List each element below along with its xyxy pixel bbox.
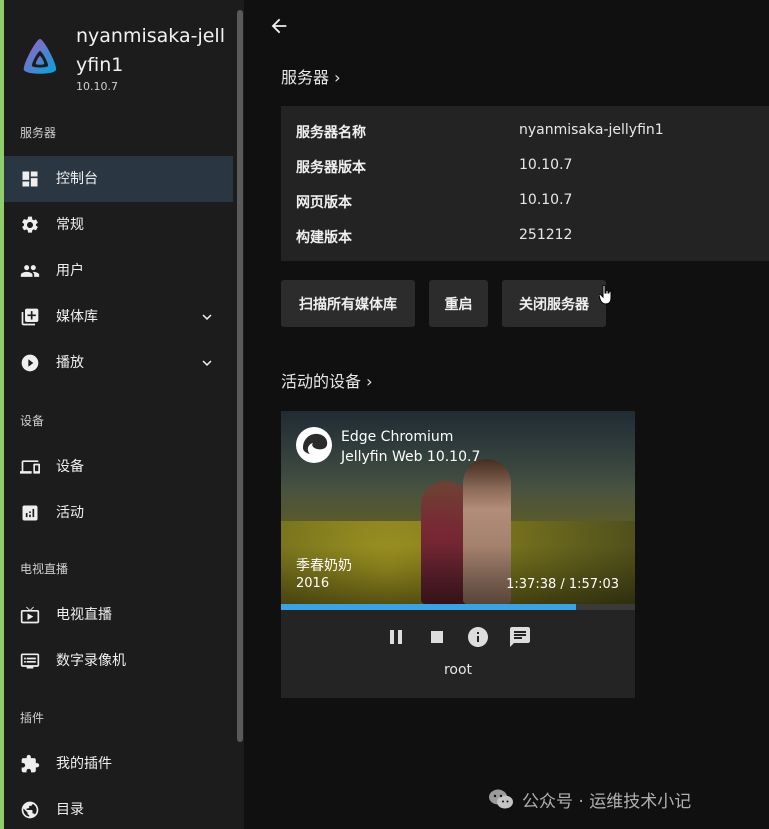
sidebar-item-label: 常规 [56, 217, 84, 233]
sidebar-item-label: 数字录像机 [56, 653, 126, 669]
info-key: 构建版本 [296, 230, 352, 246]
device-user: root [443, 662, 473, 678]
play-circle-icon [21, 354, 39, 372]
info-icon[interactable] [466, 625, 490, 649]
now-playing-year: 2016 [296, 576, 330, 591]
server-section-link[interactable]: 服务器 › [281, 67, 341, 89]
server-version: 10.10.7 [76, 80, 118, 93]
sidebar-item-label: 控制台 [56, 171, 98, 187]
active-device-card[interactable]: Edge Chromium Jellyfin Web 10.10.7 季春奶奶 … [281, 411, 635, 698]
section-title-live-tv: 电视直播 [20, 562, 69, 576]
section-title-plugins: 插件 [20, 711, 45, 725]
message-icon[interactable] [508, 625, 532, 649]
sidebar-item-label: 播放 [56, 355, 84, 371]
section-title-devices: 设备 [20, 414, 45, 428]
sidebar-item-label: 用户 [56, 263, 84, 279]
restart-button[interactable]: 重启 [429, 280, 488, 327]
sidebar-item-label: 我的插件 [56, 756, 112, 772]
playback-progress [281, 604, 635, 610]
sidebar-item-dashboard[interactable]: 控制台 [4, 156, 233, 202]
chevron-down-icon [202, 360, 212, 366]
server-name: nyanmisaka-jellyfin1 [76, 25, 225, 76]
dvr-icon [20, 653, 40, 669]
brand[interactable]: nyanmisaka-jellyfin1 10.10.7 [18, 22, 228, 102]
info-row: 网页版本 10.10.7 [296, 192, 756, 214]
sidebar-item-label: 目录 [56, 802, 84, 818]
client-version: Jellyfin Web 10.10.7 [341, 449, 481, 465]
sidebar-scrollbar[interactable] [237, 10, 243, 742]
sidebar-item-my-plugins[interactable]: 我的插件 [4, 741, 233, 787]
sidebar-item-playback[interactable]: 播放 [4, 340, 233, 386]
sidebar-item-label: 设备 [56, 459, 84, 475]
section-title-server: 服务器 [20, 126, 57, 140]
watermark-text: 公众号 · 运维技术小记 [522, 791, 692, 812]
playback-progress-fill [281, 604, 577, 610]
shutdown-button[interactable]: 关闭服务器 [502, 280, 606, 327]
sidebar-item-live-tv[interactable]: 电视直播 [4, 592, 233, 638]
info-key: 网页版本 [296, 195, 352, 211]
info-value: 251212 [519, 227, 573, 243]
hand-cursor-icon [599, 285, 612, 305]
info-row: 构建版本 251212 [296, 227, 756, 249]
stop-icon[interactable] [425, 625, 449, 649]
dashboard-icon [22, 171, 38, 187]
library-add-icon [21, 308, 39, 326]
now-playing-title: 季春奶奶 [296, 558, 352, 574]
sidebar-item-label: 媒体库 [56, 309, 98, 325]
edge-browser-icon [296, 427, 332, 463]
sidebar-item-users[interactable]: 用户 [4, 248, 233, 294]
scan-libraries-button[interactable]: 扫描所有媒体库 [281, 280, 415, 327]
info-value: 10.10.7 [519, 157, 573, 173]
dashboard-main: 服务器 › 服务器名称 nyanmisaka-jellyfin1 服务器版本 1… [244, 0, 769, 829]
wechat-icon [489, 789, 513, 809]
watermark: 公众号 · 运维技术小记 [488, 786, 691, 812]
sidebar-item-general[interactable]: 常规 [4, 202, 233, 248]
back-arrow-icon[interactable] [268, 15, 290, 37]
info-key: 服务器版本 [296, 160, 366, 176]
info-key: 服务器名称 [296, 125, 366, 141]
sidebar-item-label: 活动 [56, 505, 84, 521]
active-devices-link[interactable]: 活动的设备 › [281, 371, 373, 393]
media-backdrop-image [281, 411, 635, 604]
info-row: 服务器版本 10.10.7 [296, 157, 756, 179]
info-value: 10.10.7 [519, 192, 573, 208]
sidebar-item-libraries[interactable]: 媒体库 [4, 294, 233, 340]
devices-icon [20, 460, 40, 474]
sidebar-item-devices[interactable]: 设备 [4, 444, 233, 490]
analytics-icon [22, 505, 38, 521]
now-playing-time: 1:37:38 / 1:57:03 [506, 577, 619, 592]
pause-icon[interactable] [384, 625, 408, 649]
info-row: 服务器名称 nyanmisaka-jellyfin1 [296, 122, 756, 144]
sidebar-item-catalog[interactable]: 目录 [4, 787, 233, 829]
backdrop-shade [281, 411, 635, 604]
live-tv-icon [20, 606, 40, 624]
chevron-down-icon [202, 314, 212, 320]
puzzle-icon [21, 754, 40, 773]
gear-icon [22, 216, 38, 233]
sidebar-item-label: 电视直播 [56, 607, 112, 623]
sidebar-item-activity[interactable]: 活动 [4, 490, 233, 536]
sidebar: nyanmisaka-jellyfin1 10.10.7 服务器 控制台 常规 … [4, 0, 244, 829]
jellyfin-logo-icon [23, 39, 57, 74]
server-info-card: 服务器名称 nyanmisaka-jellyfin1 服务器版本 10.10.7… [281, 106, 769, 261]
globe-icon [21, 801, 39, 819]
sidebar-item-dvr[interactable]: 数字录像机 [4, 638, 233, 684]
info-value: nyanmisaka-jellyfin1 [519, 122, 664, 138]
people-icon [20, 265, 40, 277]
client-name: Edge Chromium [341, 429, 454, 445]
